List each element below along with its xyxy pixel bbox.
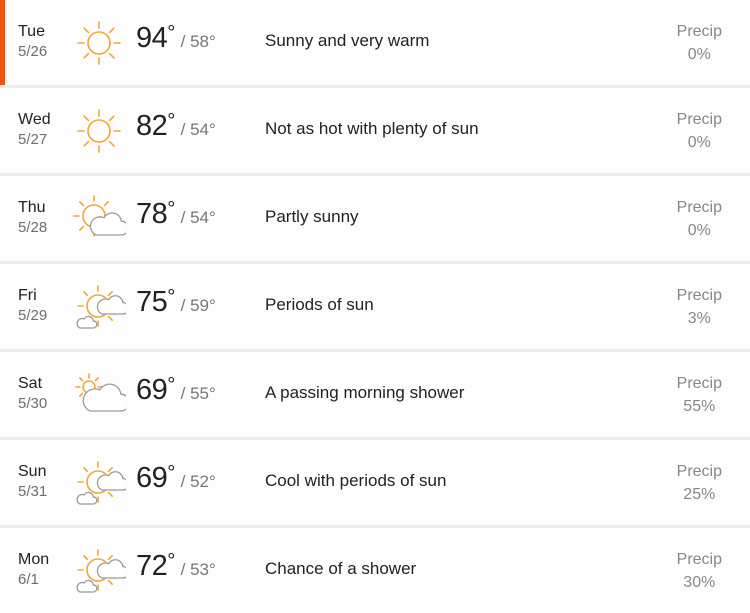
date: 5/29 [18, 307, 48, 324]
precip-label: Precip [676, 287, 722, 304]
degree-symbol: ° [167, 462, 175, 484]
precip-block: Precip 30% [677, 548, 722, 594]
precip-value: 0% [687, 46, 711, 63]
precip-label: Precip [676, 23, 722, 40]
precip-value: 25% [683, 486, 716, 503]
weather-phrase: Periods of sun [265, 295, 374, 314]
date: 5/28 [18, 219, 48, 236]
sunny-icon [72, 17, 126, 69]
high-temp: 94° [136, 22, 175, 54]
date: 5/26 [18, 43, 48, 60]
precip-value: 0% [687, 222, 711, 239]
low-temp: / 53° [180, 560, 216, 579]
periods-of-sun-icon [72, 281, 130, 333]
date: 5/31 [18, 483, 48, 500]
day-of-week: Sun [18, 463, 47, 480]
temperatures: 72° / 53° [136, 550, 216, 583]
day-label: Mon 6/1 [18, 550, 49, 590]
day-label: Sat 5/30 [18, 374, 47, 414]
day-of-week: Thu [18, 199, 46, 216]
forecast-row[interactable]: Thu 5/28 78° / 54° Partly sunny Precip 0… [0, 176, 750, 261]
day-of-week: Tue [18, 23, 45, 40]
high-temp: 69° [136, 374, 175, 406]
temperatures: 69° / 52° [136, 462, 216, 495]
high-temp: 75° [136, 286, 175, 318]
weather-phrase: Chance of a shower [265, 559, 417, 578]
day-label: Tue 5/26 [18, 22, 47, 62]
day-label: Fri 5/29 [18, 286, 47, 326]
degree-symbol: ° [167, 550, 175, 572]
weather-phrase: Cool with periods of sun [265, 471, 447, 490]
forecast-row[interactable]: Mon 6/1 72° / 53° Chance of a shower Pre… [0, 528, 750, 613]
precip-block: Precip 0% [677, 196, 722, 242]
day-label: Thu 5/28 [18, 198, 47, 238]
high-temp: 78° [136, 198, 175, 230]
degree-symbol: ° [167, 198, 175, 220]
precip-value: 0% [687, 134, 711, 151]
low-temp: / 54° [180, 208, 216, 227]
precip-label: Precip [676, 463, 722, 480]
precip-block: Precip 0% [677, 108, 722, 154]
degree-symbol: ° [167, 110, 175, 132]
day-of-week: Wed [18, 111, 51, 128]
low-temp: / 58° [180, 32, 216, 51]
forecast-row[interactable]: Sun 5/31 69° / 52° Cool with periods of … [0, 440, 750, 525]
precip-value: 55% [683, 398, 716, 415]
day-of-week: Mon [18, 551, 50, 568]
sunny-icon [72, 105, 126, 157]
forecast-row[interactable]: Wed 5/27 82° / 54° Not as hot with plent… [0, 88, 750, 173]
weather-phrase: Not as hot with plenty of sun [265, 119, 479, 138]
weather-phrase: A passing morning shower [265, 383, 465, 402]
periods-of-sun-icon [72, 545, 130, 597]
precip-block: Precip 55% [677, 372, 722, 418]
temperatures: 75° / 59° [136, 286, 216, 319]
high-temp: 69° [136, 462, 175, 494]
low-temp: / 59° [180, 296, 216, 315]
degree-symbol: ° [167, 22, 175, 44]
date: 6/1 [18, 571, 39, 588]
degree-symbol: ° [167, 374, 175, 396]
date: 5/27 [18, 131, 48, 148]
day-label: Wed 5/27 [18, 110, 51, 150]
daily-forecast-list: Tue 5/26 94° / 58° Sunny and very warm P… [0, 0, 750, 613]
precip-label: Precip [676, 375, 722, 392]
degree-symbol: ° [167, 286, 175, 308]
precip-value: 3% [687, 310, 711, 327]
precip-label: Precip [676, 551, 722, 568]
precip-block: Precip 25% [677, 460, 722, 506]
precip-label: Precip [676, 199, 722, 216]
precip-block: Precip 3% [677, 284, 722, 330]
forecast-row[interactable]: Sat 5/30 69° / 55° A passing morning sho… [0, 352, 750, 437]
forecast-row[interactable]: Tue 5/26 94° / 58° Sunny and very warm P… [0, 0, 750, 85]
precip-value: 30% [683, 574, 716, 591]
weather-phrase: Partly sunny [265, 207, 359, 226]
forecast-row[interactable]: Fri 5/29 75° / 59° Periods of sun Precip… [0, 264, 750, 349]
high-temp: 82° [136, 110, 175, 142]
periods-of-sun-icon [72, 457, 130, 509]
temperatures: 69° / 55° [136, 374, 216, 407]
mostly-cloudy-icon [72, 369, 130, 421]
low-temp: / 55° [180, 384, 216, 403]
high-temp: 72° [136, 550, 175, 582]
weather-phrase: Sunny and very warm [265, 31, 430, 50]
low-temp: / 52° [180, 472, 216, 491]
date: 5/30 [18, 395, 48, 412]
temperatures: 94° / 58° [136, 22, 216, 55]
temperatures: 78° / 54° [136, 198, 216, 231]
precip-block: Precip 0% [677, 20, 722, 66]
temperatures: 82° / 54° [136, 110, 216, 143]
low-temp: / 54° [180, 120, 216, 139]
day-label: Sun 5/31 [18, 462, 47, 502]
partly-sunny-icon [72, 193, 129, 245]
precip-label: Precip [676, 111, 722, 128]
day-of-week: Sat [18, 375, 43, 392]
day-of-week: Fri [18, 287, 37, 304]
